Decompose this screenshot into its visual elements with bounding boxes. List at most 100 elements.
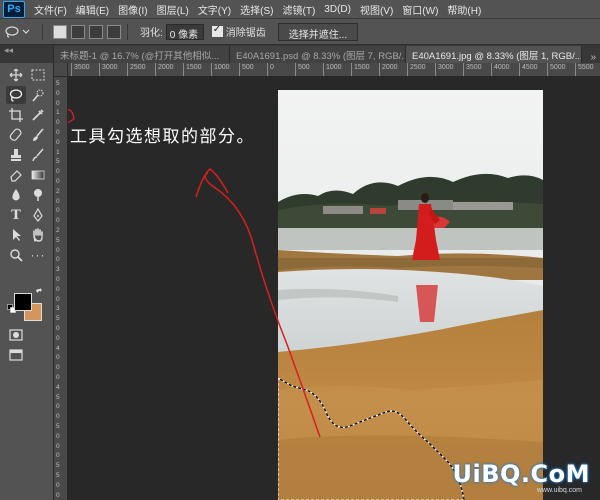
ruler-tick-label: 500 xyxy=(295,63,310,76)
ruler-tick-label: 0 xyxy=(56,364,60,372)
ruler-tick-label: 5 xyxy=(56,236,60,244)
ruler-tick-label: 2500 xyxy=(127,63,146,76)
tab-overflow-button[interactable]: » xyxy=(586,52,600,63)
ruler-tick-label: 3500 xyxy=(71,63,90,76)
path-selection-tool-icon[interactable] xyxy=(6,226,26,244)
ruler-tick-label: 0 xyxy=(56,197,60,205)
ruler-tick-label: 5 xyxy=(56,315,60,323)
ruler-tick-label: 0 xyxy=(56,413,60,421)
ruler-tick-label: 0 xyxy=(56,295,60,303)
ruler-tick-label: 0 xyxy=(56,354,60,362)
tab-label: E40A1691.psd @ 8.33% (图层 7, RGB/... xyxy=(236,50,406,62)
dodge-tool-icon[interactable] xyxy=(28,186,48,204)
intersect-selection-icon[interactable] xyxy=(107,24,121,39)
ruler-tick-label: 5000 xyxy=(547,63,566,76)
tab-e40a1691-jpg[interactable]: E40A1691.jpg @ 8.33% (图层 1, RGB/... xyxy=(406,46,582,63)
menu-3d[interactable]: 3D(D) xyxy=(324,4,351,15)
quick-mask-icon[interactable] xyxy=(6,326,26,344)
pen-tool-icon[interactable] xyxy=(28,206,48,224)
ruler-tick-label: 5 xyxy=(56,158,60,166)
antialias-label: 消除锯齿 xyxy=(225,28,266,39)
ruler-tick-label: 1 xyxy=(56,109,60,117)
toolbar-collapse[interactable]: ◂◂ xyxy=(0,45,54,63)
ruler-tick-label: 4 xyxy=(56,383,60,391)
lasso-tool-icon[interactable] xyxy=(6,86,26,104)
menu-filter[interactable]: 滤镜(T) xyxy=(283,2,316,17)
ruler-tick-label: 2 xyxy=(56,187,60,195)
feather-input[interactable]: 0 像素 xyxy=(165,23,204,41)
ruler-tick-label: 0 xyxy=(56,285,60,293)
ruler-tick-label: 0 xyxy=(56,325,60,332)
ruler-tick-label: 0 xyxy=(56,99,60,107)
ruler-tick-label: 4500 xyxy=(519,63,538,76)
ruler-tick-label: 4000 xyxy=(491,63,510,76)
ruler-tick-label: 5500 xyxy=(575,63,594,76)
menu-select[interactable]: 选择(S) xyxy=(240,2,273,17)
blur-tool-icon[interactable] xyxy=(6,186,26,204)
tools-panel: T ··· xyxy=(0,63,54,500)
ruler-tick-label: 0 xyxy=(56,178,60,185)
ruler-tick-label: 0 xyxy=(56,491,60,499)
tab-e40a1691-psd[interactable]: E40A1691.psd @ 8.33% (图层 7, RGB/... xyxy=(230,46,406,63)
watermark-url: www.uibq.com xyxy=(536,487,582,494)
eraser-tool-icon[interactable] xyxy=(6,166,26,184)
ruler-tick-label: 0 xyxy=(56,168,60,176)
ruler-tick-label: 500 xyxy=(239,63,254,76)
move-tool-icon[interactable] xyxy=(6,66,26,84)
ruler-tick-label: 4 xyxy=(56,344,60,352)
more-tools-icon[interactable]: ··· xyxy=(28,246,48,264)
eyedropper-tool-icon[interactable] xyxy=(28,106,48,124)
ruler-tick-label: 5 xyxy=(56,80,60,87)
vertical-ruler: 5 0 0 1 0 0 0 1 5 0 0 2 0 0 0 2 5 0 0 3 0 0 0 3 5 0 0 4 0 0 0 4 5 0 0 5 0 0 0 5… xyxy=(54,77,68,500)
tab-untitled-1[interactable]: 未标题-1 @ 16.7% (@打开其他相似... xyxy=(54,46,230,63)
ruler-tick-label: 1000 xyxy=(323,63,342,76)
zoom-tool-icon[interactable] xyxy=(6,246,26,264)
screen-mode-icon[interactable] xyxy=(6,346,26,364)
ruler-tick-label: 5 xyxy=(56,393,60,401)
ruler-corner xyxy=(54,63,68,77)
select-and-mask-button[interactable]: 选择并遮住... xyxy=(277,22,359,41)
ruler-tick-label: 0 xyxy=(56,276,60,283)
clone-stamp-tool-icon[interactable] xyxy=(6,146,26,164)
brush-tool-icon[interactable] xyxy=(28,126,48,144)
menu-type[interactable]: 文字(Y) xyxy=(198,2,231,17)
ruler-tick-label: 2000 xyxy=(379,63,398,76)
menu-view[interactable]: 视图(V) xyxy=(360,2,393,17)
marquee-tool-icon[interactable] xyxy=(28,66,48,84)
subtract-from-selection-icon[interactable] xyxy=(89,24,103,39)
chevron-down-icon xyxy=(22,29,30,34)
tab-label: 未标题-1 @ 16.7% (@打开其他相似... xyxy=(60,50,220,62)
ruler-tick-label: 0 xyxy=(56,256,60,264)
crop-tool-icon[interactable] xyxy=(6,106,26,124)
swap-colors-icon[interactable] xyxy=(34,287,44,297)
gradient-tool-icon[interactable] xyxy=(28,166,48,184)
menu-help[interactable]: 帮助(H) xyxy=(447,2,481,17)
spot-healing-brush-icon[interactable] xyxy=(6,126,26,144)
ruler-tick-label: 0 xyxy=(56,89,60,97)
ruler-tick-label: 3 xyxy=(56,305,60,313)
tool-preset-picker[interactable] xyxy=(4,23,36,41)
foreground-color-swatch[interactable] xyxy=(14,293,32,311)
add-to-selection-icon[interactable] xyxy=(71,24,85,39)
history-brush-icon[interactable] xyxy=(28,146,48,164)
ruler-tick-label: 0 xyxy=(267,63,274,76)
ruler-tick-label: 0 xyxy=(56,403,60,411)
menu-window[interactable]: 窗口(W) xyxy=(402,2,438,17)
menu-image[interactable]: 图像(I) xyxy=(118,2,147,17)
menu-layer[interactable]: 图层(L) xyxy=(157,2,189,17)
ruler-tick-label: 2 xyxy=(56,227,60,234)
type-tool-icon[interactable]: T xyxy=(6,206,26,224)
menu-bar: Ps 文件(F) 编辑(E) 图像(I) 图层(L) 文字(Y) 选择(S) 滤… xyxy=(0,0,600,19)
quick-selection-tool-icon[interactable] xyxy=(28,86,48,104)
new-selection-icon[interactable] xyxy=(53,24,67,39)
ruler-tick-label: 5 xyxy=(56,462,60,470)
ruler-tick-label: 2000 xyxy=(155,63,174,76)
ruler-tick-label: 5 xyxy=(56,423,60,430)
ruler-tick-label: 0 xyxy=(56,374,60,381)
document-canvas[interactable]: 套索工具勾选想取的部分。 UiBQ.CoM www.uibq.com xyxy=(68,77,600,500)
hand-tool-icon[interactable] xyxy=(28,226,48,244)
menu-file[interactable]: 文件(F) xyxy=(34,2,67,17)
antialias-checkbox[interactable] xyxy=(211,24,223,37)
ruler-tick-label: 3 xyxy=(56,266,60,274)
menu-edit[interactable]: 编辑(E) xyxy=(76,2,109,17)
